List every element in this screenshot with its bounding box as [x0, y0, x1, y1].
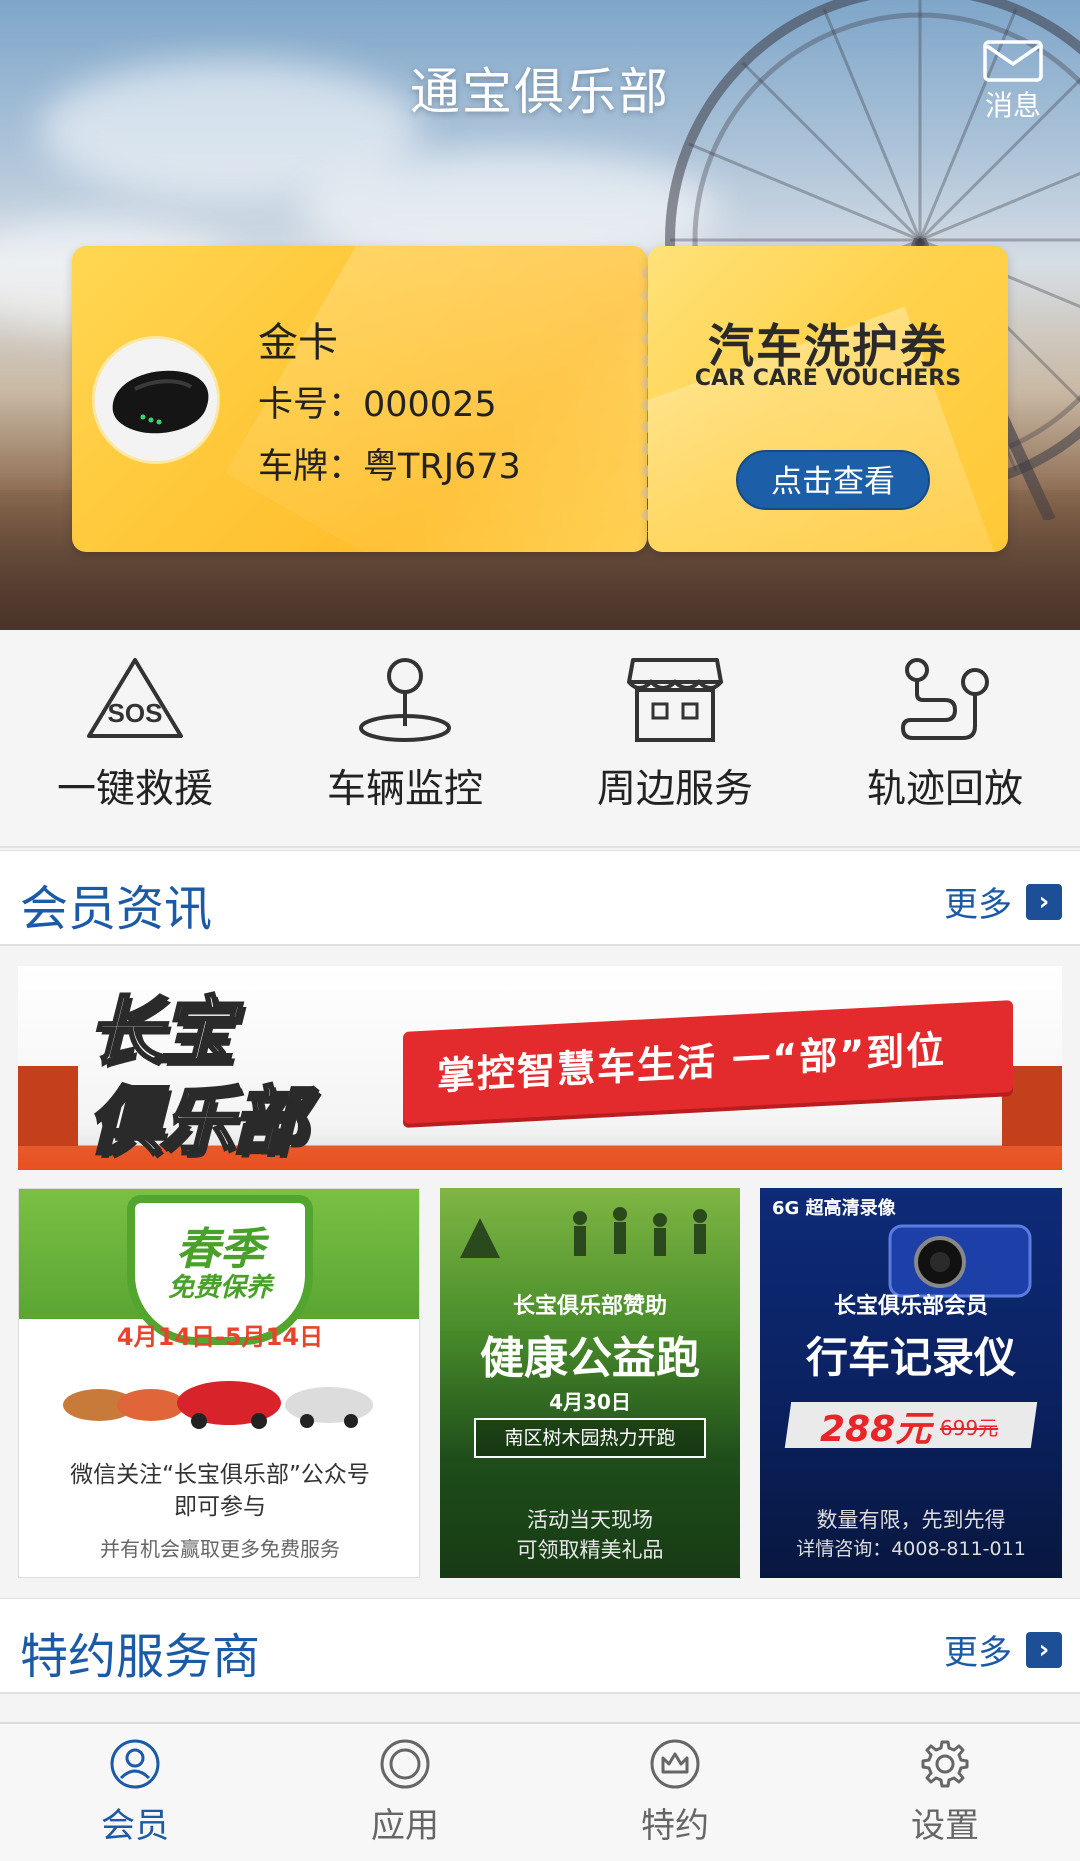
view-voucher-button[interactable]: 点击查看 [736, 450, 930, 510]
apps-circle-icon [380, 1739, 430, 1789]
promo-charity-run[interactable]: 长宝俱乐部赞助 健康公益跑 4月30日 南区树木园热力开跑 活动当天现场 可领取… [440, 1188, 740, 1578]
envelope-icon [983, 40, 1043, 82]
member-card[interactable]: 金卡 卡号：000025 车牌：粤TRJ673 [72, 246, 647, 552]
bottom-tab-bar: 会员 应用 特约 设置 [0, 1722, 1080, 1861]
sos-icon: SOS [87, 658, 183, 738]
tab-apps[interactable]: 应用 [270, 1724, 540, 1861]
promo-text-line2: 即可参与 [174, 1494, 266, 1520]
promo-date: 4月30日 [549, 1390, 631, 1414]
tab-label: 特约 [641, 1806, 709, 1846]
promo-text-line1: 微信关注“长宝俱乐部”公众号 [70, 1462, 370, 1488]
action-label: 周边服务 [596, 767, 753, 812]
messages-label: 消息 [984, 89, 1041, 122]
tab-member[interactable]: 会员 [0, 1724, 270, 1861]
action-rescue[interactable]: SOS 一键救援 [0, 630, 270, 846]
runners-image [460, 1207, 707, 1258]
more-label: 更多 [944, 1633, 1012, 1673]
messages-button[interactable]: 消息 [980, 40, 1046, 124]
banner-ribbon: 掌控智慧车生活 一“部”到位 [403, 1000, 1013, 1124]
section-title: 特约服务商 [20, 1629, 261, 1685]
tab-special[interactable]: 特约 [540, 1724, 810, 1861]
action-label: 车辆监控 [326, 767, 483, 812]
card-number: 卡号：000025 [258, 385, 497, 425]
chevron-right-icon: › [1026, 1631, 1062, 1668]
promo-text-line2: 可领取精美礼品 [516, 1538, 664, 1562]
cars-image [63, 1381, 373, 1429]
route-icon [900, 658, 989, 740]
banner-decoration [18, 1066, 78, 1146]
promo-member: 长宝俱乐部会员 [833, 1294, 988, 1319]
voucher-subtitle: CAR CARE VOUCHERS [694, 366, 962, 391]
promo-text-line3: 并有机会赢取更多免费服务 [100, 1537, 340, 1561]
news-more-link[interactable]: 更多 › [944, 877, 1062, 926]
car-care-voucher[interactable]: 汽车洗护券 CAR CARE VOUCHERS 点击查看 [648, 246, 1008, 552]
promo-text-line1: 数量有限，先到先得 [816, 1508, 1006, 1532]
promo-subtitle: 免费保养 [167, 1273, 272, 1303]
promo-title: 健康公益跑 [480, 1333, 700, 1384]
crown-icon [650, 1739, 700, 1789]
chevron-right-icon: › [1026, 883, 1062, 920]
promo-sponsor: 长宝俱乐部赞助 [512, 1294, 667, 1319]
location-pin-icon [359, 658, 451, 742]
action-label: 轨迹回放 [866, 767, 1023, 812]
action-vehicle-monitor[interactable]: 车辆监控 [270, 630, 540, 846]
svg-text:SOS: SOS [108, 698, 163, 728]
section-title: 会员资讯 [20, 881, 213, 937]
club-banner[interactable]: 长宝 俱乐部 掌控智慧车生活 一“部”到位 [18, 966, 1062, 1170]
promo-original-price: 699元 [940, 1416, 999, 1440]
partners-header: 特约服务商 更多 › [0, 1598, 1080, 1694]
mouse-avatar-image [95, 339, 217, 461]
more-label: 更多 [944, 885, 1012, 925]
avatar[interactable] [92, 336, 220, 464]
promo-price: 288元 [820, 1409, 932, 1450]
tab-settings[interactable]: 设置 [810, 1724, 1080, 1861]
tab-label: 应用 [371, 1806, 439, 1846]
action-nearby-services[interactable]: 周边服务 [540, 630, 810, 846]
user-icon [110, 1739, 160, 1789]
member-news-header: 会员资讯 更多 › [0, 850, 1080, 946]
license-plate: 车牌：粤TRJ673 [258, 447, 521, 487]
promo-spring-maintenance[interactable]: 春季 免费保养 4月14日-5月14日 微信关注“长宝俱乐部”公众号 即可参与 … [18, 1188, 420, 1578]
tab-label: 会员 [101, 1806, 169, 1846]
promo-dates: 4月14日-5月14日 [116, 1323, 324, 1351]
banner-title-line2: 俱乐部 [87, 1078, 308, 1167]
card-level: 金卡 [258, 320, 338, 366]
banner-slogan: 掌控智慧车生活 一“部”到位 [437, 1027, 947, 1099]
promo-text-line2: 详情咨询：4008-811-011 [796, 1538, 1026, 1560]
promo-location: 南区树木园热力开跑 [474, 1418, 706, 1458]
promo-text-line1: 活动当天现场 [527, 1508, 653, 1532]
gear-icon [921, 1740, 969, 1788]
action-label: 一键救援 [56, 767, 213, 812]
action-track-playback[interactable]: 轨迹回放 [810, 630, 1080, 846]
store-icon [627, 658, 723, 742]
promo-dashcam[interactable]: 6G 超高清录像 长宝俱乐部会员 行车记录仪 288元 699元 数量有限，先到… [760, 1188, 1062, 1578]
partners-more-link[interactable]: 更多 › [944, 1625, 1062, 1674]
promo-title: 行车记录仪 [805, 1333, 1016, 1382]
page-title: 通宝俱乐部 [410, 63, 670, 121]
quick-actions: SOS 一键救援 车辆监控 周边服务 轨迹回放 [0, 630, 1080, 848]
tab-label: 设置 [911, 1806, 979, 1846]
